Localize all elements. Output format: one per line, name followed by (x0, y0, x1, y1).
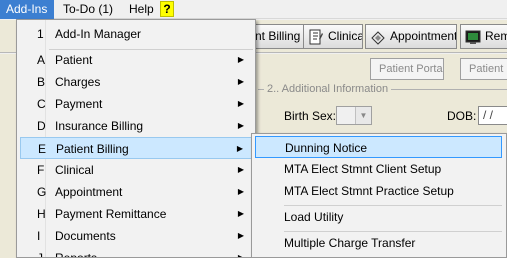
submenu-arrow-icon: ▶ (237, 121, 244, 130)
menu-item-accel: C (37, 97, 46, 111)
menu-item-accel: G (37, 185, 47, 199)
appointment-icon (370, 29, 386, 45)
menu-item-label: Appointment (55, 185, 123, 199)
add-ins-menu: 1 Add-In Manager A Patient ▶ B Charges ▶… (16, 19, 256, 258)
submenu-arrow-icon: ▶ (237, 253, 244, 258)
menu-item-label: Add-In Manager (55, 27, 142, 41)
menu-item-documents[interactable]: I Documents ▶ (20, 225, 252, 247)
menu-item-accel: A (37, 53, 46, 67)
menu-item-reports[interactable]: J Reports ▶ (20, 247, 252, 258)
submenu-arrow-icon: ▶ (237, 187, 244, 196)
submenu-arrow-icon: ▶ (237, 77, 244, 86)
birth-sex-label: Birth Sex: (284, 109, 337, 123)
toolbar-reminder-label: Rem (485, 29, 507, 43)
patient-f-button[interactable]: Patient F (460, 58, 507, 80)
menu-item-label: Patient (55, 53, 93, 67)
reminder-icon (465, 29, 481, 45)
submenu-arrow-icon: ▶ (236, 144, 243, 153)
menu-item-accel: 1 (37, 27, 44, 41)
toolbar-clinical-button[interactable]: Clinical (303, 24, 363, 49)
menu-bar: Add-Ins To-Do (1) Help ? (0, 0, 507, 19)
menu-item-add-in-manager[interactable]: 1 Add-In Manager (20, 23, 252, 45)
menu-item-label: Clinical (55, 163, 94, 177)
submenu-item-mta-practice-setup[interactable]: MTA Elect Stmnt Practice Setup (255, 180, 502, 202)
menu-item-charges[interactable]: B Charges ▶ (20, 71, 252, 93)
menu-item-insurance-billing[interactable]: D Insurance Billing ▶ (20, 115, 252, 137)
menu-item-accel: B (37, 75, 46, 89)
clinical-icon (308, 29, 324, 45)
menu-item-patient[interactable]: A Patient ▶ (20, 49, 252, 71)
dob-label: DOB: (447, 109, 477, 123)
menu-item-accel: J (37, 251, 43, 258)
help-question-icon[interactable]: ? (160, 1, 174, 17)
menu-item-payment[interactable]: C Payment ▶ (20, 93, 252, 115)
menu-item-label: Reports (55, 251, 98, 258)
menu-item-accel: E (38, 142, 47, 156)
menu-item-label: Payment (55, 97, 103, 111)
toolbar-patient-billing-label: nt Billing (255, 29, 301, 43)
menu-item-label: Documents (55, 229, 116, 243)
menu-help[interactable]: Help (123, 0, 160, 19)
menu-add-ins[interactable]: Add-Ins (0, 0, 54, 19)
toolbar-reminder-button[interactable]: Rem (460, 24, 507, 49)
submenu-arrow-icon: ▶ (237, 231, 244, 240)
dob-field[interactable]: / / (478, 106, 507, 125)
submenu-arrow-icon: ▶ (237, 55, 244, 64)
submenu-item-multiple-charge-transfer[interactable]: Multiple Charge Transfer (255, 232, 502, 254)
submenu-arrow-icon: ▶ (237, 99, 244, 108)
submenu-item-mta-client-setup[interactable]: MTA Elect Stmnt Client Setup (255, 158, 502, 180)
menu-item-accel: I (37, 229, 41, 243)
menu-item-label: Patient Billing (56, 142, 129, 156)
toolbar-appointment-button[interactable]: Appointment (365, 24, 457, 49)
patient-billing-submenu: Dunning Notice MTA Elect Stmnt Client Se… (251, 133, 507, 258)
chevron-down-icon[interactable]: ▼ (355, 107, 371, 124)
menu-item-accel: D (37, 119, 46, 133)
menu-item-accel: H (37, 207, 46, 221)
additional-information-title: 2.. Additional Information (264, 83, 392, 95)
toolbar-appointment-label: Appointment (390, 29, 457, 43)
menu-item-payment-remittance[interactable]: H Payment Remittance ▶ (20, 203, 252, 225)
menu-item-label: Insurance Billing (55, 119, 144, 133)
menu-item-label: Charges (55, 75, 101, 89)
menu-item-appointment[interactable]: G Appointment ▶ (20, 181, 252, 203)
submenu-item-load-utility[interactable]: Load Utility (255, 206, 502, 228)
submenu-arrow-icon: ▶ (237, 209, 244, 218)
menu-to-do[interactable]: To-Do (1) (57, 0, 119, 19)
menu-item-patient-billing[interactable]: E Patient Billing ▶ (20, 137, 252, 159)
patient-portal-button[interactable]: Patient Portal (370, 58, 444, 80)
submenu-item-dunning-notice[interactable]: Dunning Notice (255, 136, 502, 158)
birth-sex-select[interactable]: ▼ (336, 106, 372, 125)
menu-item-label: Payment Remittance (55, 207, 167, 221)
submenu-arrow-icon: ▶ (237, 165, 244, 174)
menu-item-clinical[interactable]: F Clinical ▶ (20, 159, 252, 181)
toolbar-clinical-label: Clinical (328, 29, 363, 43)
menu-item-accel: F (37, 163, 45, 177)
